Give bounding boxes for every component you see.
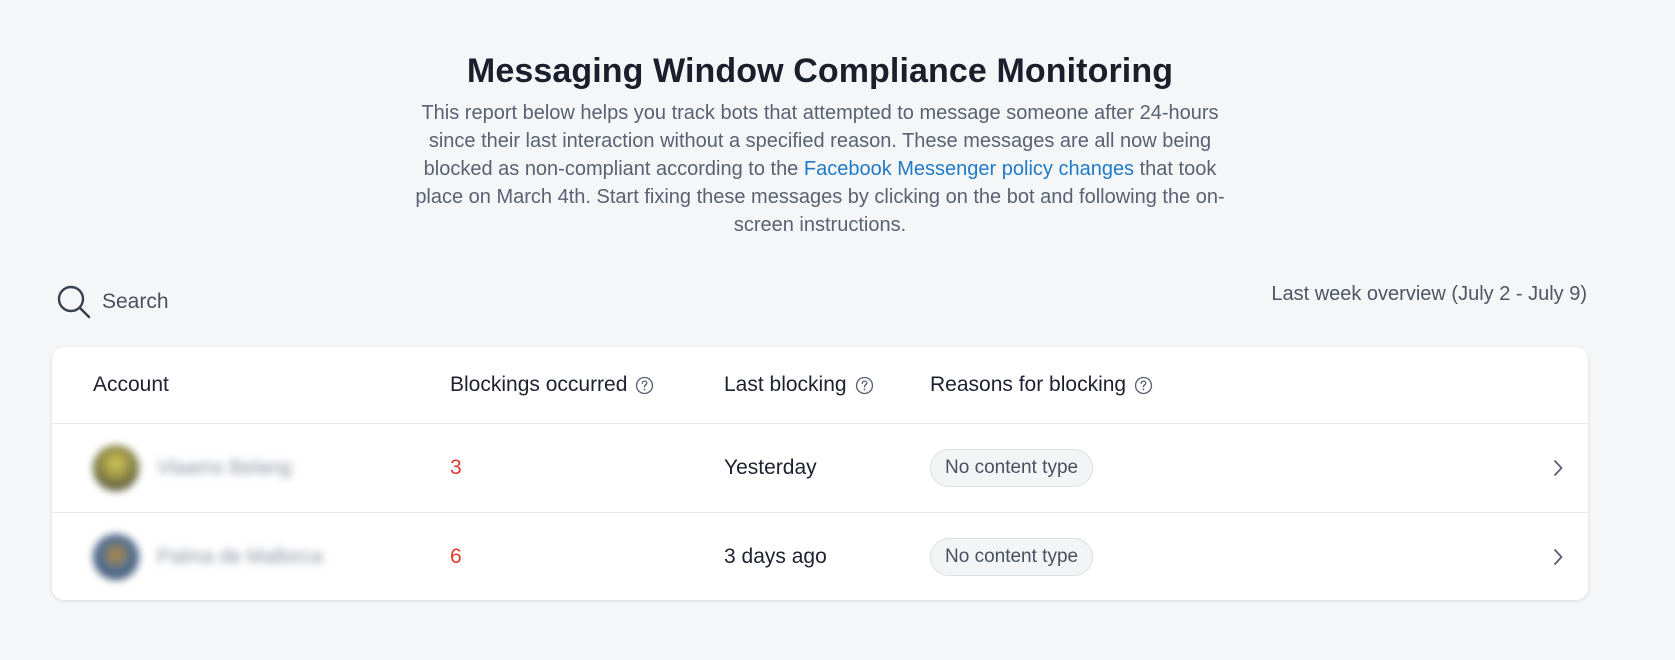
facebook-policy-link[interactable]: Facebook Messenger policy changes bbox=[804, 158, 1134, 180]
chevron-right-icon bbox=[1554, 549, 1563, 565]
table-header-row: Account Blockings occurred Last blocking… bbox=[52, 347, 1588, 424]
column-header-blockings: Blockings occurred bbox=[450, 347, 654, 423]
help-icon[interactable] bbox=[635, 376, 654, 395]
last-blocking-value: Yesterday bbox=[724, 456, 817, 479]
chevron-right-icon bbox=[1554, 460, 1563, 476]
table-row[interactable]: Palma de Mallorca 6 3 days ago No conten… bbox=[52, 513, 1588, 601]
row-open-button[interactable] bbox=[1550, 513, 1566, 601]
last-blocking-cell: Yesterday bbox=[724, 424, 817, 512]
avatar bbox=[93, 445, 139, 491]
column-header-label: Reasons for blocking bbox=[930, 373, 1127, 396]
reasons-cell: No content type bbox=[930, 513, 1094, 601]
row-open-button[interactable] bbox=[1550, 424, 1566, 512]
column-header-label: Blockings occurred bbox=[450, 373, 628, 396]
reason-badge: No content type bbox=[930, 538, 1094, 576]
blockings-cell: 6 bbox=[450, 513, 462, 601]
column-header-label: Account bbox=[93, 373, 169, 396]
account-cell: Palma de Mallorca bbox=[93, 513, 323, 601]
search-icon bbox=[57, 285, 91, 319]
report-header: Messaging Window Compliance Monitoring T… bbox=[0, 48, 1640, 239]
account-cell: Vlaams Belang bbox=[93, 424, 292, 512]
column-header-reasons: Reasons for blocking bbox=[930, 347, 1153, 423]
blockings-count: 6 bbox=[450, 545, 462, 568]
page-title: Messaging Window Compliance Monitoring bbox=[466, 52, 1174, 90]
reasons-cell: No content type bbox=[930, 424, 1094, 512]
page-description: This report below helps you track bots t… bbox=[405, 99, 1235, 239]
blockings-count: 3 bbox=[450, 456, 462, 479]
help-icon[interactable] bbox=[855, 376, 874, 395]
table-row[interactable]: Vlaams Belang 3 Yesterday No content typ… bbox=[52, 424, 1588, 513]
avatar bbox=[93, 534, 139, 580]
overview-period-label: Last week overview (July 2 - July 9) bbox=[1271, 283, 1587, 305]
column-header-account: Account bbox=[93, 347, 169, 423]
last-blocking-cell: 3 days ago bbox=[724, 513, 827, 601]
help-icon[interactable] bbox=[1134, 376, 1153, 395]
blockings-cell: 3 bbox=[450, 424, 462, 512]
column-header-label: Last blocking bbox=[724, 373, 847, 396]
reason-badge: No content type bbox=[930, 449, 1094, 487]
search-button[interactable]: Search bbox=[56, 284, 169, 320]
account-name: Vlaams Belang bbox=[157, 456, 292, 479]
last-blocking-value: 3 days ago bbox=[724, 545, 827, 568]
column-header-last-blocking: Last blocking bbox=[724, 347, 874, 423]
blockings-table: Account Blockings occurred Last blocking… bbox=[52, 347, 1588, 600]
search-label: Search bbox=[102, 290, 169, 313]
account-name: Palma de Mallorca bbox=[157, 545, 323, 568]
